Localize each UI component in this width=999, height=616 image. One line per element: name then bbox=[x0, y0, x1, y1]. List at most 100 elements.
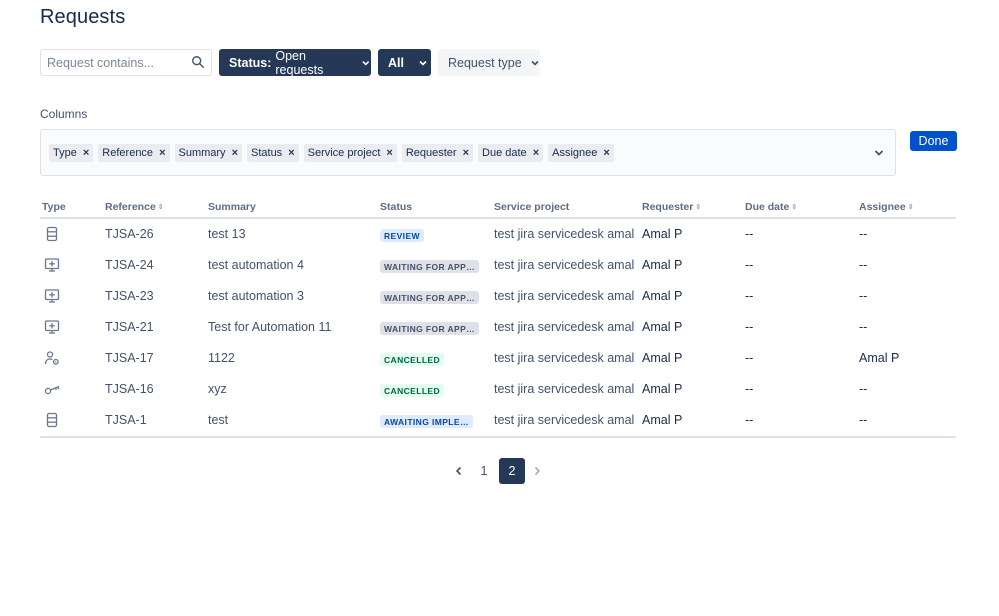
service-project-cell: test jira servicedesk amal bbox=[494, 320, 635, 334]
summary-cell[interactable]: test automation 4 bbox=[208, 258, 304, 272]
status-filter-button[interactable]: Status: Open requests bbox=[219, 48, 371, 77]
due-date-cell: -- bbox=[745, 413, 754, 427]
status-lozenge: CANCELLED bbox=[380, 353, 445, 366]
service-project-cell: test jira servicedesk amal bbox=[494, 413, 635, 427]
table-row[interactable]: TJSA-23 test automation 3 WAITING FOR APP…… bbox=[40, 281, 956, 312]
remove-column-icon[interactable]: × bbox=[463, 147, 469, 159]
search-field[interactable] bbox=[40, 49, 212, 76]
monitor-add-icon bbox=[44, 289, 60, 303]
sort-icon[interactable]: ⇕ bbox=[791, 204, 797, 211]
table-row[interactable]: TJSA-16 xyz CANCELLED test jira servicedesk… bbox=[40, 374, 956, 405]
reference-cell[interactable]: TJSA-17 bbox=[105, 351, 154, 365]
key-icon bbox=[44, 385, 60, 395]
summary-cell[interactable]: test 13 bbox=[208, 227, 246, 241]
column-header-label: Status bbox=[380, 201, 413, 213]
page-2-button[interactable]: 2 bbox=[499, 458, 525, 484]
chevron-down-icon[interactable] bbox=[873, 147, 885, 159]
column-header[interactable]: Due date ⇕ bbox=[745, 201, 797, 213]
requests-table: Type Reference ⇕ Summary Status Service proje… bbox=[40, 196, 956, 438]
service-project-cell: test jira servicedesk amal bbox=[494, 351, 635, 365]
sort-icon[interactable]: ⇕ bbox=[695, 204, 701, 211]
search-icon[interactable] bbox=[191, 55, 205, 69]
remove-column-icon[interactable]: × bbox=[232, 147, 238, 159]
column-header-label: Due date bbox=[745, 201, 790, 213]
column-chip-label: Service project bbox=[307, 147, 381, 159]
table-row[interactable]: TJSA-24 test automation 4 WAITING FOR APP…… bbox=[40, 250, 956, 281]
assignee-cell: Amal P bbox=[859, 351, 900, 365]
requester-cell: Amal P bbox=[642, 289, 683, 303]
column-header-label: Requester bbox=[642, 201, 694, 213]
table-row[interactable]: TJSA-17 1122 CANCELLED test jira servicedes… bbox=[40, 343, 956, 374]
reference-cell[interactable]: TJSA-1 bbox=[105, 413, 147, 427]
table-row[interactable]: TJSA-1 test AWAITING IMPLE… test jira servi… bbox=[40, 405, 956, 436]
previous-page-button[interactable] bbox=[448, 458, 470, 484]
page-1-button[interactable]: 1 bbox=[471, 458, 497, 484]
reference-cell[interactable]: TJSA-21 bbox=[105, 320, 154, 334]
reference-cell[interactable]: TJSA-24 bbox=[105, 258, 154, 272]
table-header: Type Reference ⇕ Summary Status Service proje… bbox=[40, 196, 956, 219]
service-project-cell: test jira servicedesk amal bbox=[494, 289, 635, 303]
all-filter-button[interactable]: All bbox=[378, 49, 431, 76]
server-icon bbox=[46, 412, 58, 428]
request-type-filter-button[interactable]: Request type bbox=[438, 49, 540, 76]
column-header[interactable]: Summary bbox=[208, 201, 256, 213]
status-filter-prefix: Status: bbox=[229, 55, 272, 70]
summary-cell[interactable]: test bbox=[208, 413, 228, 427]
column-header-label: Summary bbox=[208, 201, 256, 213]
status-filter-value: Open requests bbox=[275, 48, 324, 77]
chevron-right-icon bbox=[534, 466, 541, 476]
remove-column-icon[interactable]: × bbox=[159, 147, 165, 159]
sort-icon[interactable]: ⇕ bbox=[158, 204, 164, 211]
reference-cell[interactable]: TJSA-26 bbox=[105, 227, 154, 241]
page-numbers: 12 bbox=[470, 458, 526, 484]
remove-column-icon[interactable]: × bbox=[386, 147, 392, 159]
column-chip-label: Summary bbox=[178, 147, 226, 159]
search-input[interactable] bbox=[41, 50, 181, 75]
summary-cell[interactable]: xyz bbox=[208, 382, 227, 396]
column-chip: Requester × bbox=[401, 144, 474, 162]
requester-cell: Amal P bbox=[642, 382, 683, 396]
assignee-cell: -- bbox=[859, 413, 868, 427]
user-settings-icon bbox=[44, 351, 59, 365]
column-header[interactable]: Type bbox=[42, 201, 66, 213]
requester-cell: Amal P bbox=[642, 258, 683, 272]
service-project-cell: test jira servicedesk amal bbox=[494, 258, 635, 272]
table-row[interactable]: TJSA-21 Test for Automation 11 WAITING FOR… bbox=[40, 312, 956, 343]
service-project-cell: test jira servicedesk amal bbox=[494, 382, 635, 396]
done-button[interactable]: Done bbox=[910, 131, 957, 151]
status-lozenge: WAITING FOR APP… bbox=[380, 291, 480, 304]
page-title: Requests bbox=[40, 6, 126, 28]
column-chip: Summary × bbox=[174, 144, 242, 162]
remove-column-icon[interactable]: × bbox=[83, 147, 89, 159]
summary-cell[interactable]: 1122 bbox=[208, 351, 235, 365]
columns-selector[interactable]: Type × Reference × Summary × Status × Service pr… bbox=[40, 129, 896, 176]
sort-icon[interactable]: ⇕ bbox=[908, 204, 914, 211]
table-row[interactable]: TJSA-26 test 13 REVIEW test jira servicedes… bbox=[40, 219, 956, 250]
monitor-add-icon bbox=[44, 320, 60, 334]
assignee-cell: -- bbox=[859, 320, 868, 334]
column-header[interactable]: Requester ⇕ bbox=[642, 201, 701, 213]
column-header-label: Assignee bbox=[859, 201, 906, 213]
summary-cell[interactable]: Test for Automation 11 bbox=[208, 320, 331, 334]
remove-column-icon[interactable]: × bbox=[533, 147, 539, 159]
remove-column-icon[interactable]: × bbox=[603, 147, 609, 159]
column-header[interactable]: Service project bbox=[494, 201, 569, 213]
status-lozenge: CANCELLED bbox=[380, 384, 445, 397]
reference-cell[interactable]: TJSA-23 bbox=[105, 289, 154, 303]
next-page-button[interactable] bbox=[526, 458, 548, 484]
column-chip-label: Requester bbox=[405, 147, 457, 159]
requester-cell: Amal P bbox=[642, 320, 683, 334]
chevron-down-icon bbox=[362, 60, 370, 66]
chevron-down-icon bbox=[419, 60, 427, 66]
column-header[interactable]: Assignee ⇕ bbox=[859, 201, 914, 213]
remove-column-icon[interactable]: × bbox=[288, 147, 294, 159]
requester-cell: Amal P bbox=[642, 351, 683, 365]
column-chip: Type × bbox=[49, 144, 94, 162]
column-header[interactable]: Status bbox=[380, 201, 412, 213]
assignee-cell: -- bbox=[859, 227, 868, 241]
column-header[interactable]: Reference ⇕ bbox=[105, 201, 164, 213]
column-header-label: Service project bbox=[494, 201, 570, 213]
reference-cell[interactable]: TJSA-16 bbox=[105, 382, 154, 396]
status-lozenge: WAITING FOR APP… bbox=[380, 322, 480, 335]
summary-cell[interactable]: test automation 3 bbox=[208, 289, 304, 303]
